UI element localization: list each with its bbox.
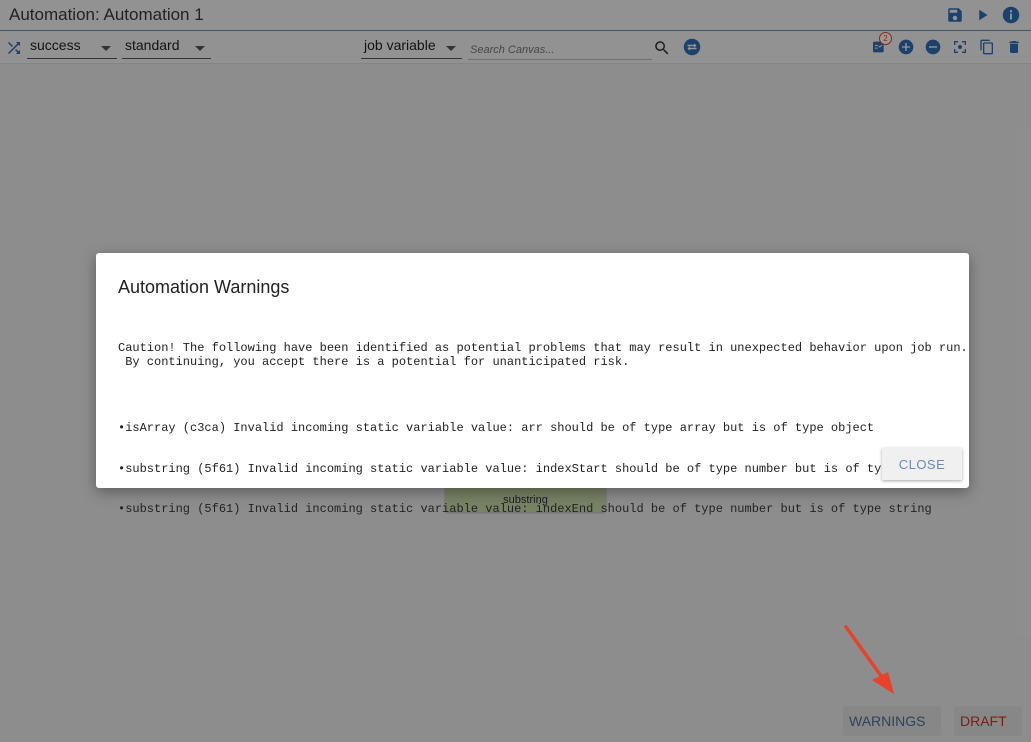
warning-item: •substring (5f61) Invalid incoming stati… <box>118 461 947 476</box>
caution-message: Caution! The following have been identif… <box>118 341 968 369</box>
dialog-title: Automation Warnings <box>118 277 290 297</box>
warning-item: •substring (5f61) Invalid incoming stati… <box>118 502 932 516</box>
close-button[interactable]: CLOSE <box>882 448 962 480</box>
warning-item: •isArray (c3ca) Invalid incoming static … <box>118 421 875 435</box>
arrow-annotation-icon <box>844 625 894 694</box>
dialog-body: Caution! The following have been identif… <box>118 315 968 544</box>
automation-warnings-dialog: Automation Warnings Caution! The followi… <box>96 253 969 516</box>
automation-app: Automation: Automation 1 success standar… <box>0 0 1031 742</box>
